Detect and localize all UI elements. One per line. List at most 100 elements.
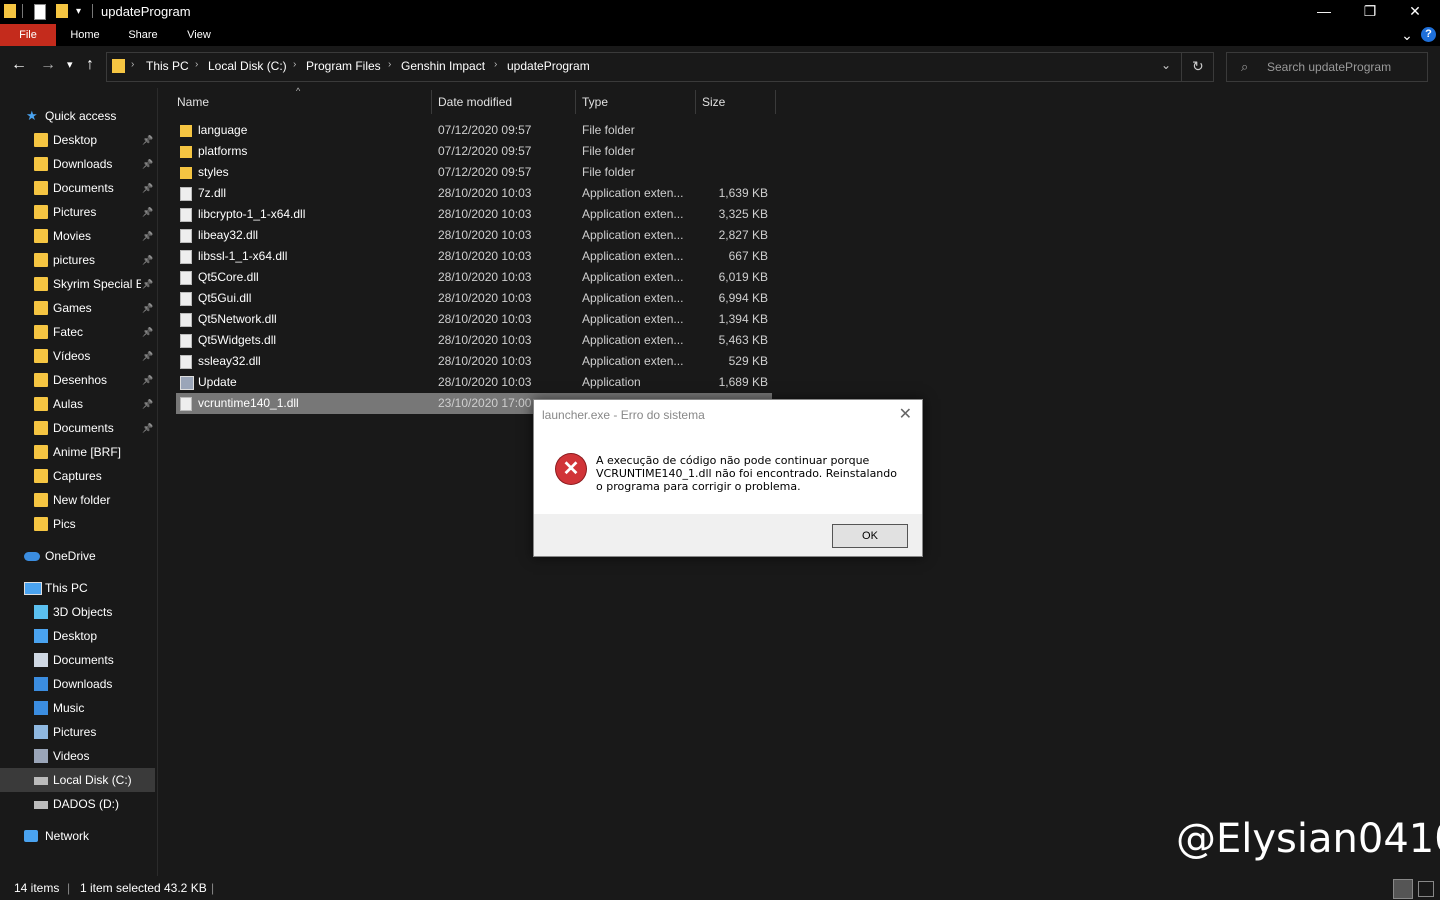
column-name[interactable]: Name: [177, 94, 209, 114]
file-row[interactable]: Qt5Widgets.dll 28/10/2020 10:03 Applicatio…: [176, 330, 772, 351]
file-type: File folder: [582, 144, 635, 158]
nav-quick-access[interactable]: ★ Quick access: [0, 104, 157, 128]
file-row[interactable]: ssleay32.dll 28/10/2020 10:03 Application …: [176, 351, 772, 372]
file-row[interactable]: Qt5Gui.dll 28/10/2020 10:03 Application ex…: [176, 288, 772, 309]
column-size[interactable]: Size: [702, 94, 725, 114]
breadcrumb-update-program[interactable]: updateProgram: [507, 59, 590, 73]
sidebar-item-quick[interactable]: Games 📌: [0, 296, 157, 320]
column-type[interactable]: Type: [582, 94, 608, 114]
breadcrumb-genshin-impact[interactable]: Genshin Impact: [401, 59, 485, 73]
pin-icon: 📌: [142, 279, 154, 289]
nav-onedrive[interactable]: OneDrive: [0, 544, 157, 568]
file-row[interactable]: libssl-1_1-x64.dll 28/10/2020 10:03 Applic…: [176, 246, 772, 267]
tab-home[interactable]: Home: [62, 24, 108, 46]
tab-share[interactable]: Share: [120, 24, 166, 46]
details-view-icon[interactable]: [1393, 879, 1413, 899]
sidebar-item-pc[interactable]: Music: [0, 696, 155, 720]
file-row[interactable]: Qt5Core.dll 28/10/2020 10:03 Application e…: [176, 267, 772, 288]
sidebar-item-pc[interactable]: Desktop: [0, 624, 155, 648]
sidebar-item-pc[interactable]: DADOS (D:): [0, 792, 155, 816]
maximize-button[interactable]: ❐: [1347, 0, 1393, 24]
folder-icon[interactable]: [4, 4, 16, 18]
sidebar-item-quick[interactable]: Desktop 📌: [0, 128, 157, 152]
file-row[interactable]: libcrypto-1_1-x64.dll 28/10/2020 10:03 App…: [176, 204, 772, 225]
dialog-close-button[interactable]: ✕: [899, 404, 912, 424]
sidebar-item-quick[interactable]: Aulas 📌: [0, 392, 157, 416]
sidebar-item-label: New folder: [53, 493, 111, 507]
close-button[interactable]: ✕: [1392, 0, 1438, 24]
sidebar-item-quick[interactable]: New folder: [0, 488, 157, 512]
breadcrumb-program-files[interactable]: Program Files: [306, 59, 381, 73]
address-bar[interactable]: › This PC › Local Disk (C:) › Program Fi…: [106, 52, 1214, 82]
sidebar-item-pc[interactable]: Local Disk (C:): [0, 768, 155, 792]
column-divider[interactable]: [431, 90, 432, 114]
sidebar-item-quick[interactable]: Pics: [0, 512, 157, 536]
column-date-modified[interactable]: Date modified: [438, 94, 512, 114]
dll-file-icon: [180, 292, 192, 306]
sidebar-item-quick[interactable]: Movies 📌: [0, 224, 157, 248]
new-folder-icon[interactable]: [56, 4, 68, 18]
sidebar-item-quick[interactable]: Anime [BRF]: [0, 440, 157, 464]
nav-this-pc[interactable]: This PC: [0, 576, 157, 600]
breadcrumb-separator: ›: [195, 59, 199, 70]
file-type: Application exten...: [582, 249, 684, 263]
ok-button[interactable]: OK: [832, 524, 908, 548]
sidebar-item-label: Videos: [53, 749, 90, 763]
file-date: 28/10/2020 10:03: [438, 333, 532, 347]
properties-icon[interactable]: [34, 4, 46, 20]
column-divider[interactable]: [695, 90, 696, 114]
file-row[interactable]: Update 28/10/2020 10:03 Application 1,689 K…: [176, 372, 772, 393]
sidebar-item-pc[interactable]: Documents: [0, 648, 155, 672]
customize-toolbar-icon[interactable]: ▾: [76, 6, 88, 20]
dll-file-icon: [180, 355, 192, 369]
file-size: 3,325 KB: [718, 207, 768, 221]
folder-icon: [34, 421, 48, 435]
file-row[interactable]: libeay32.dll 28/10/2020 10:03 Application …: [176, 225, 772, 246]
address-dropdown-icon[interactable]: ⌄: [1161, 58, 1171, 72]
sidebar-item-label: Downloads: [53, 157, 113, 171]
tab-view[interactable]: View: [176, 24, 222, 46]
sidebar-item-quick[interactable]: Captures: [0, 464, 157, 488]
title-bar: ▾ updateProgram — ❐ ✕: [0, 0, 1440, 24]
file-row[interactable]: platforms 07/12/2020 09:57 File folder: [176, 141, 772, 162]
sidebar-item-quick[interactable]: Vídeos 📌: [0, 344, 157, 368]
column-divider[interactable]: [575, 90, 576, 114]
dll-file-icon: [180, 187, 192, 201]
tab-file[interactable]: File: [0, 24, 56, 46]
sidebar-item-pc[interactable]: Videos: [0, 744, 155, 768]
sidebar-item-quick[interactable]: Documents 📌: [0, 176, 157, 200]
breadcrumb-this-pc[interactable]: This PC: [146, 59, 189, 73]
ribbon-expand-icon[interactable]: ⌄: [1398, 24, 1416, 46]
file-row[interactable]: language 07/12/2020 09:57 File folder: [176, 120, 772, 141]
file-name: platforms: [198, 144, 248, 158]
sidebar-item-quick[interactable]: Skyrim Special Edition📌: [0, 272, 157, 296]
column-divider[interactable]: [775, 90, 776, 114]
up-icon[interactable]: ↑: [86, 56, 94, 74]
file-date: 07/12/2020 09:57: [438, 165, 532, 179]
nav-network[interactable]: Network: [0, 824, 157, 848]
sidebar-item-quick[interactable]: pictures 📌: [0, 248, 157, 272]
sidebar-item-pc[interactable]: Pictures: [0, 720, 155, 744]
file-date: 07/12/2020 09:57: [438, 123, 532, 137]
sidebar-item-pc[interactable]: Downloads: [0, 672, 155, 696]
sidebar-item-label: Local Disk (C:): [53, 773, 132, 787]
recent-locations-icon[interactable]: ▾: [67, 58, 73, 71]
search-input[interactable]: ⌕ Search updateProgram: [1226, 52, 1428, 82]
sidebar-item-quick[interactable]: Fatec 📌: [0, 320, 157, 344]
sidebar-item-pc[interactable]: 3D Objects: [0, 600, 155, 624]
file-row[interactable]: styles 07/12/2020 09:57 File folder: [176, 162, 772, 183]
file-row[interactable]: 7z.dll 28/10/2020 10:03 Application exten.…: [176, 183, 772, 204]
help-icon[interactable]: ?: [1421, 27, 1436, 42]
sidebar-item-quick[interactable]: Pictures 📌: [0, 200, 157, 224]
folder-icon: [34, 469, 48, 483]
minimize-button[interactable]: —: [1301, 0, 1347, 24]
refresh-icon[interactable]: ↻: [1192, 58, 1204, 75]
file-row[interactable]: Qt5Network.dll 28/10/2020 10:03 Applicatio…: [176, 309, 772, 330]
back-icon[interactable]: ←: [11, 56, 27, 74]
sidebar-item-quick[interactable]: Documents 📌: [0, 416, 157, 440]
breadcrumb-local-disk[interactable]: Local Disk (C:): [208, 59, 287, 73]
forward-icon[interactable]: →: [40, 56, 56, 74]
sidebar-item-quick[interactable]: Desenhos 📌: [0, 368, 157, 392]
large-icons-view-icon[interactable]: [1418, 881, 1434, 897]
sidebar-item-quick[interactable]: Downloads 📌: [0, 152, 157, 176]
